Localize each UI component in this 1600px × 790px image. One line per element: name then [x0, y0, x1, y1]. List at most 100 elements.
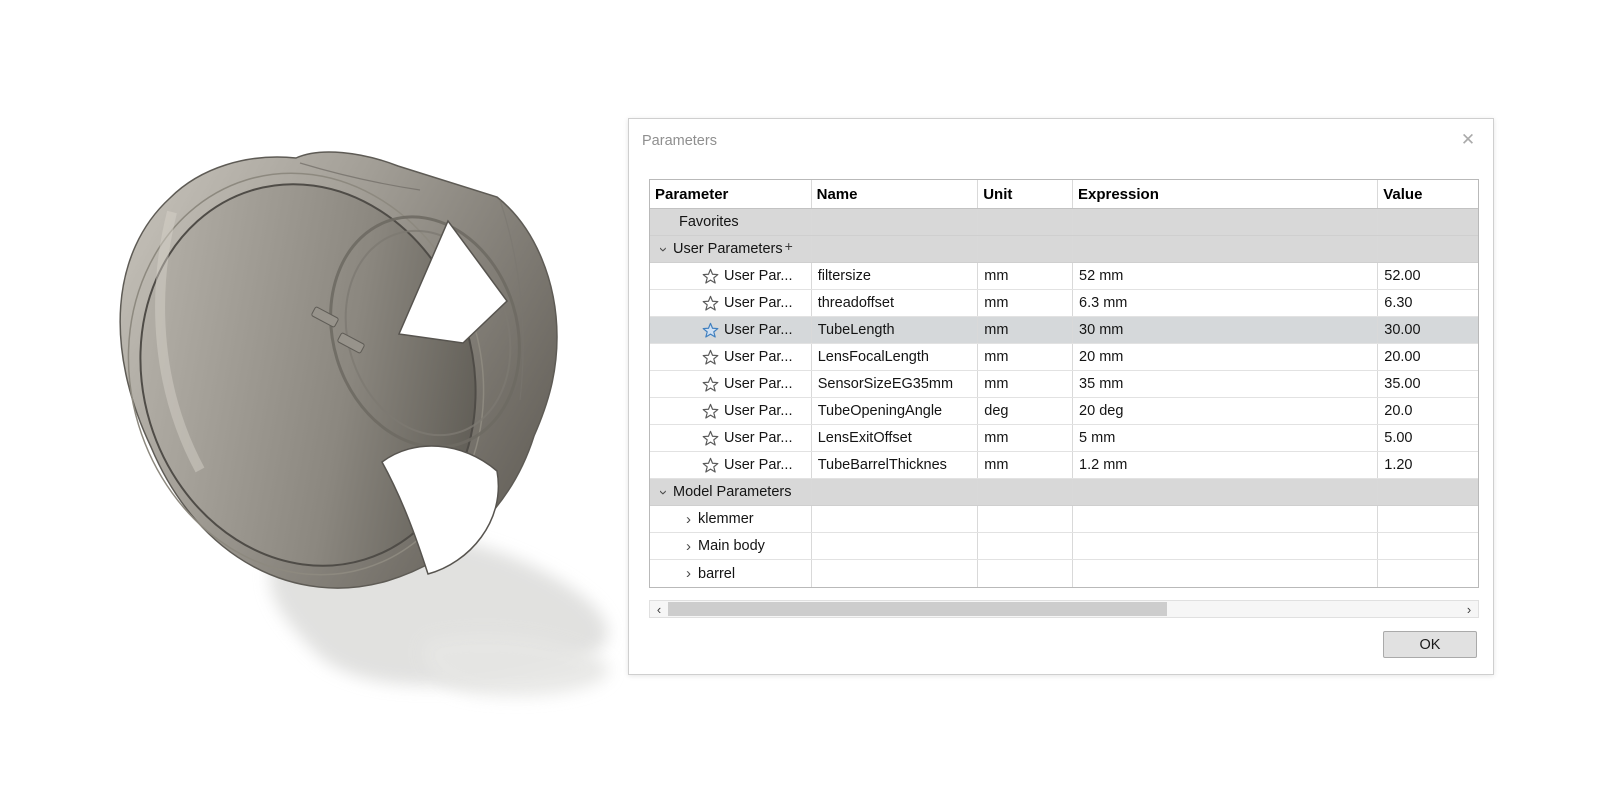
- cell-expression[interactable]: 52 mm: [1073, 263, 1379, 289]
- cell-value: 52.00: [1384, 268, 1421, 284]
- col-header-expression: Expression: [1073, 180, 1379, 208]
- cell-unit: mm: [978, 425, 1074, 451]
- row-label: Favorites: [679, 214, 739, 230]
- table-row[interactable]: Favorites: [650, 209, 1478, 236]
- parameters-table: Parameter Name Unit Expression Value Fav…: [649, 179, 1479, 588]
- row-label: User Par...: [724, 457, 793, 473]
- cell-unit: [978, 506, 1074, 532]
- scroll-right-icon[interactable]: ›: [1460, 601, 1478, 617]
- cell-expression[interactable]: [1073, 236, 1379, 262]
- cell-value: 20.0: [1384, 403, 1413, 419]
- table-row[interactable]: › User Parameters +: [650, 236, 1478, 263]
- cell-expression[interactable]: 20 mm: [1073, 344, 1379, 370]
- cell-value: 1.20: [1384, 457, 1413, 473]
- lens-hood-model: [119, 151, 609, 697]
- cell-expression[interactable]: [1073, 560, 1379, 587]
- cell-expression[interactable]: 20 deg: [1073, 398, 1379, 424]
- cell-name: SensorSizeEG35mm: [812, 371, 979, 397]
- table-row[interactable]: User Par... LensExitOffset mm 5 mm 5.00: [650, 425, 1478, 452]
- horizontal-scrollbar[interactable]: ‹ ›: [649, 600, 1479, 618]
- 3d-viewport[interactable]: [0, 0, 640, 785]
- table-row[interactable]: › klemmer: [650, 506, 1478, 533]
- scroll-left-icon[interactable]: ‹: [650, 601, 668, 617]
- table-row[interactable]: › Model Parameters: [650, 479, 1478, 506]
- row-label: User Par...: [724, 268, 793, 284]
- cell-unit: [978, 533, 1074, 559]
- row-label: User Par...: [724, 430, 793, 446]
- cell-unit: mm: [978, 317, 1074, 343]
- col-header-parameter: Parameter: [650, 180, 812, 208]
- cell-value: 5.00: [1384, 430, 1413, 446]
- cell-name: [812, 560, 979, 587]
- cell-expression[interactable]: 30 mm: [1073, 317, 1379, 343]
- favorite-star-icon[interactable]: [702, 430, 719, 447]
- cell-value: 20.00: [1384, 349, 1421, 365]
- cell-unit: [978, 209, 1074, 235]
- cell-name: TubeOpeningAngle: [812, 398, 979, 424]
- scrollbar-track[interactable]: [668, 601, 1460, 617]
- row-label: klemmer: [698, 511, 754, 527]
- row-label: User Par...: [724, 349, 793, 365]
- cell-name: TubeBarrelThicknes: [812, 452, 979, 478]
- add-parameter-icon[interactable]: +: [785, 238, 793, 254]
- favorite-star-icon[interactable]: [702, 349, 719, 366]
- cell-unit: mm: [978, 290, 1074, 316]
- expander-right-icon[interactable]: ›: [679, 511, 698, 528]
- cell-expression[interactable]: 6.3 mm: [1073, 290, 1379, 316]
- dialog-title: Parameters: [642, 133, 717, 149]
- cell-expression[interactable]: [1073, 479, 1379, 505]
- cell-value: [1378, 209, 1478, 235]
- table-row[interactable]: User Par... TubeBarrelThicknes mm 1.2 mm 1.2…: [650, 452, 1478, 479]
- cell-expression[interactable]: 35 mm: [1073, 371, 1379, 397]
- col-header-unit: Unit: [978, 180, 1073, 208]
- cell-name: [812, 533, 979, 559]
- table-row[interactable]: User Par... TubeOpeningAngle deg 20 deg 20.0: [650, 398, 1478, 425]
- cell-name: [812, 506, 979, 532]
- table-row[interactable]: User Par... LensFocalLength mm 20 mm 20.00: [650, 344, 1478, 371]
- cell-name: [812, 209, 979, 235]
- row-label: User Par...: [724, 295, 793, 311]
- cell-unit: mm: [978, 263, 1074, 289]
- cell-unit: mm: [978, 452, 1074, 478]
- cell-expression[interactable]: [1073, 506, 1379, 532]
- cell-expression[interactable]: 5 mm: [1073, 425, 1379, 451]
- close-icon[interactable]: ✕: [1455, 127, 1481, 153]
- expander-right-icon[interactable]: ›: [679, 538, 698, 555]
- expander-down-icon[interactable]: ›: [655, 483, 672, 502]
- favorite-star-icon[interactable]: [702, 403, 719, 420]
- cell-value: [1378, 479, 1478, 505]
- cell-name: threadoffset: [812, 290, 979, 316]
- table-row[interactable]: › Main body: [650, 533, 1478, 560]
- favorite-star-icon[interactable]: [702, 268, 719, 285]
- table-row[interactable]: › barrel: [650, 560, 1478, 587]
- favorite-star-icon[interactable]: [702, 457, 719, 474]
- cell-expression[interactable]: [1073, 533, 1379, 559]
- table-row[interactable]: User Par... TubeLength mm 30 mm 30.00: [650, 317, 1478, 344]
- favorite-star-icon[interactable]: [702, 295, 719, 312]
- cell-expression[interactable]: [1073, 209, 1379, 235]
- table-row[interactable]: User Par... SensorSizeEG35mm mm 35 mm 35.00: [650, 371, 1478, 398]
- row-label: barrel: [698, 565, 736, 582]
- cell-unit: mm: [978, 344, 1074, 370]
- expander-down-icon[interactable]: ›: [655, 240, 672, 259]
- cell-name: filtersize: [812, 263, 979, 289]
- cell-value: 6.30: [1384, 295, 1413, 311]
- table-row[interactable]: User Par... threadoffset mm 6.3 mm 6.30: [650, 290, 1478, 317]
- row-label: User Par...: [724, 322, 793, 338]
- favorite-star-icon[interactable]: [702, 376, 719, 393]
- parameter-rows: Favorites › User Parameters + User Par... fil…: [650, 209, 1478, 587]
- favorite-star-icon[interactable]: [702, 322, 719, 339]
- table-row[interactable]: User Par... filtersize mm 52 mm 52.00: [650, 263, 1478, 290]
- scrollbar-thumb[interactable]: [668, 602, 1167, 616]
- cell-unit: deg: [978, 398, 1074, 424]
- row-label: User Par...: [724, 403, 793, 419]
- cell-expression[interactable]: 1.2 mm: [1073, 452, 1379, 478]
- cell-unit: [978, 236, 1073, 262]
- expander-right-icon[interactable]: ›: [679, 565, 698, 582]
- row-label: User Parameters: [673, 241, 783, 257]
- cell-name: LensExitOffset: [812, 425, 979, 451]
- ok-button[interactable]: OK: [1383, 631, 1477, 658]
- cell-value: [1378, 533, 1478, 559]
- cell-name: LensFocalLength: [812, 344, 979, 370]
- cell-unit: [978, 479, 1073, 505]
